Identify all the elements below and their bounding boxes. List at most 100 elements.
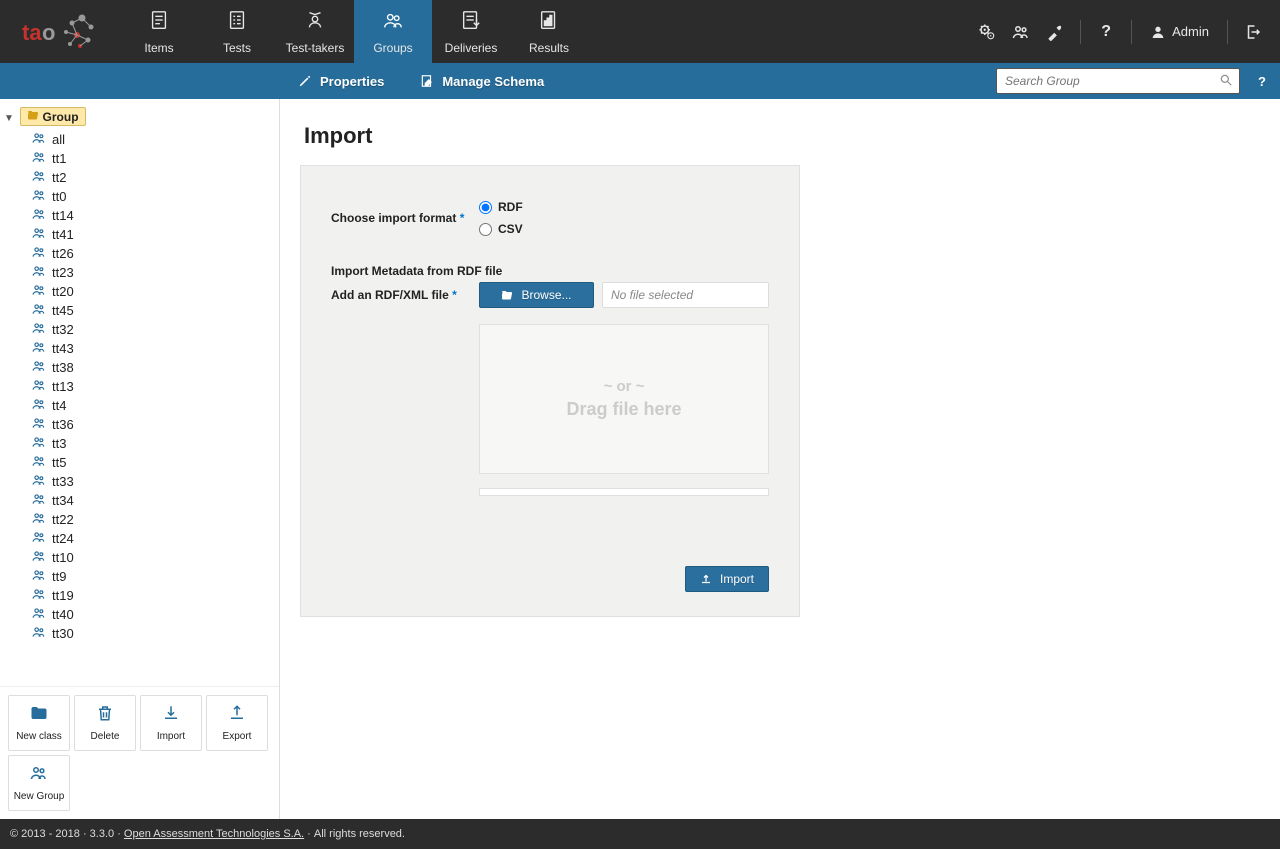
settings-icon[interactable] <box>972 17 1002 47</box>
browse-label: Browse... <box>521 288 571 302</box>
new-group-button[interactable]: New Group <box>8 755 70 811</box>
tree-item[interactable]: tt24 <box>32 529 275 548</box>
nav-tests-label: Tests <box>223 41 251 55</box>
metadata-heading: Import Metadata from RDF file <box>331 264 769 278</box>
tree-item[interactable]: tt32 <box>32 320 275 339</box>
tree-item[interactable]: tt36 <box>32 415 275 434</box>
nav-test-takers[interactable]: Test-takers <box>276 0 354 63</box>
search-input[interactable] <box>997 74 1213 88</box>
tree-item-label: tt10 <box>52 550 74 565</box>
tree-item-label: tt24 <box>52 531 74 546</box>
nav-results[interactable]: Results <box>510 0 588 63</box>
tree-item-label: tt41 <box>52 227 74 242</box>
tree-item[interactable]: tt43 <box>32 339 275 358</box>
tree-item-label: tt36 <box>52 417 74 432</box>
users-icon[interactable] <box>1006 17 1036 47</box>
tools-icon[interactable] <box>1040 17 1070 47</box>
tree-item[interactable]: tt20 <box>32 282 275 301</box>
properties-button[interactable]: Properties <box>280 63 402 99</box>
nav-groups[interactable]: Groups <box>354 0 432 63</box>
csv-radio-input[interactable] <box>479 223 492 236</box>
tree-item[interactable]: tt19 <box>32 586 275 605</box>
tree-item[interactable]: tt5 <box>32 453 275 472</box>
tree-item[interactable]: tt3 <box>32 434 275 453</box>
edit-doc-icon <box>420 74 434 88</box>
nav-deliveries[interactable]: Deliveries <box>432 0 510 63</box>
footer-version: 3.3.0 <box>90 828 114 840</box>
tree-item[interactable]: tt9 <box>32 567 275 586</box>
deliveries-icon <box>460 9 482 37</box>
context-help-icon[interactable]: ? <box>1258 74 1266 89</box>
tree-item[interactable]: tt2 <box>32 168 275 187</box>
file-status: No file selected <box>602 282 769 308</box>
tree-root-folder[interactable]: Group <box>20 107 86 126</box>
help-icon[interactable]: ? <box>1091 17 1121 47</box>
manage-schema-label: Manage Schema <box>442 74 544 89</box>
nav-tests[interactable]: Tests <box>198 0 276 63</box>
group-icon <box>32 530 48 547</box>
tree-item[interactable]: all <box>32 130 275 149</box>
delete-button[interactable]: Delete <box>74 695 136 751</box>
nav-groups-label: Groups <box>373 41 412 55</box>
rdf-radio-input[interactable] <box>479 201 492 214</box>
properties-label: Properties <box>320 74 384 89</box>
group-icon <box>32 397 48 414</box>
tree-item-label: tt22 <box>52 512 74 527</box>
dropzone-drag: Drag file here <box>566 399 681 420</box>
submit-import-button[interactable]: Import <box>685 566 769 592</box>
group-icon <box>32 150 48 167</box>
rdf-radio[interactable]: RDF <box>479 200 523 214</box>
tree-item[interactable]: tt45 <box>32 301 275 320</box>
tree-item[interactable]: tt1 <box>32 149 275 168</box>
logout-icon[interactable] <box>1238 17 1268 47</box>
group-icon <box>32 473 48 490</box>
tree-root-row[interactable]: ▼ Group <box>4 107 275 126</box>
context-toolbar: Properties Manage Schema ? <box>0 63 1280 99</box>
panel-footer: Import <box>331 566 769 592</box>
group-icon <box>32 207 48 224</box>
export-button[interactable]: Export <box>206 695 268 751</box>
group-icon <box>32 321 48 338</box>
tree-item[interactable]: tt23 <box>32 263 275 282</box>
csv-radio[interactable]: CSV <box>479 222 523 236</box>
tests-icon <box>226 9 248 37</box>
items-icon <box>148 9 170 37</box>
search-box[interactable] <box>996 68 1240 94</box>
tree-item[interactable]: tt4 <box>32 396 275 415</box>
tree-item[interactable]: tt38 <box>32 358 275 377</box>
logo[interactable]: ta o <box>0 0 120 63</box>
group-icon <box>32 625 48 642</box>
tree-item[interactable]: tt10 <box>32 548 275 567</box>
import-button[interactable]: Import <box>140 695 202 751</box>
main-header: ta o Items <box>0 0 1280 63</box>
new-group-label: New Group <box>14 791 65 802</box>
browse-button[interactable]: Browse... <box>479 282 594 308</box>
tree-item[interactable]: tt22 <box>32 510 275 529</box>
tree-scroll[interactable]: ▼ Group alltt1tt2tt0tt14 tt41 tt26tt23tt20… <box>0 99 279 686</box>
tree-item[interactable]: tt41 <box>32 225 275 244</box>
manage-schema-button[interactable]: Manage Schema <box>402 63 562 99</box>
tree-item-label: tt3 <box>52 436 66 451</box>
file-row: Add an RDF/XML file * Browse... No file … <box>331 282 769 496</box>
tree-item[interactable]: tt30 <box>32 624 275 643</box>
tree-item[interactable]: tt40 <box>32 605 275 624</box>
tree-item[interactable]: tt0 <box>32 187 275 206</box>
tree-item[interactable]: tt26 <box>32 244 275 263</box>
tree-item[interactable]: tt13 <box>32 377 275 396</box>
pencil-icon <box>298 74 312 88</box>
new-class-button[interactable]: New class <box>8 695 70 751</box>
collapse-icon[interactable]: ▼ <box>4 113 16 124</box>
search-icon[interactable] <box>1213 73 1239 90</box>
drop-zone[interactable]: ~ or ~ Drag file here <box>479 324 769 474</box>
user-icon <box>1150 24 1166 40</box>
tree-item[interactable]: tt34 <box>32 491 275 510</box>
tree-item-label: tt38 <box>52 360 74 375</box>
group-icon <box>32 378 48 395</box>
admin-user[interactable]: Admin <box>1142 24 1217 40</box>
tree-item[interactable]: tt33 <box>32 472 275 491</box>
tree-item[interactable]: tt14 <box>32 206 275 225</box>
footer-company-link[interactable]: Open Assessment Technologies S.A. <box>124 828 304 840</box>
group-icon <box>32 169 48 186</box>
export-label: Export <box>223 731 252 742</box>
nav-items[interactable]: Items <box>120 0 198 63</box>
